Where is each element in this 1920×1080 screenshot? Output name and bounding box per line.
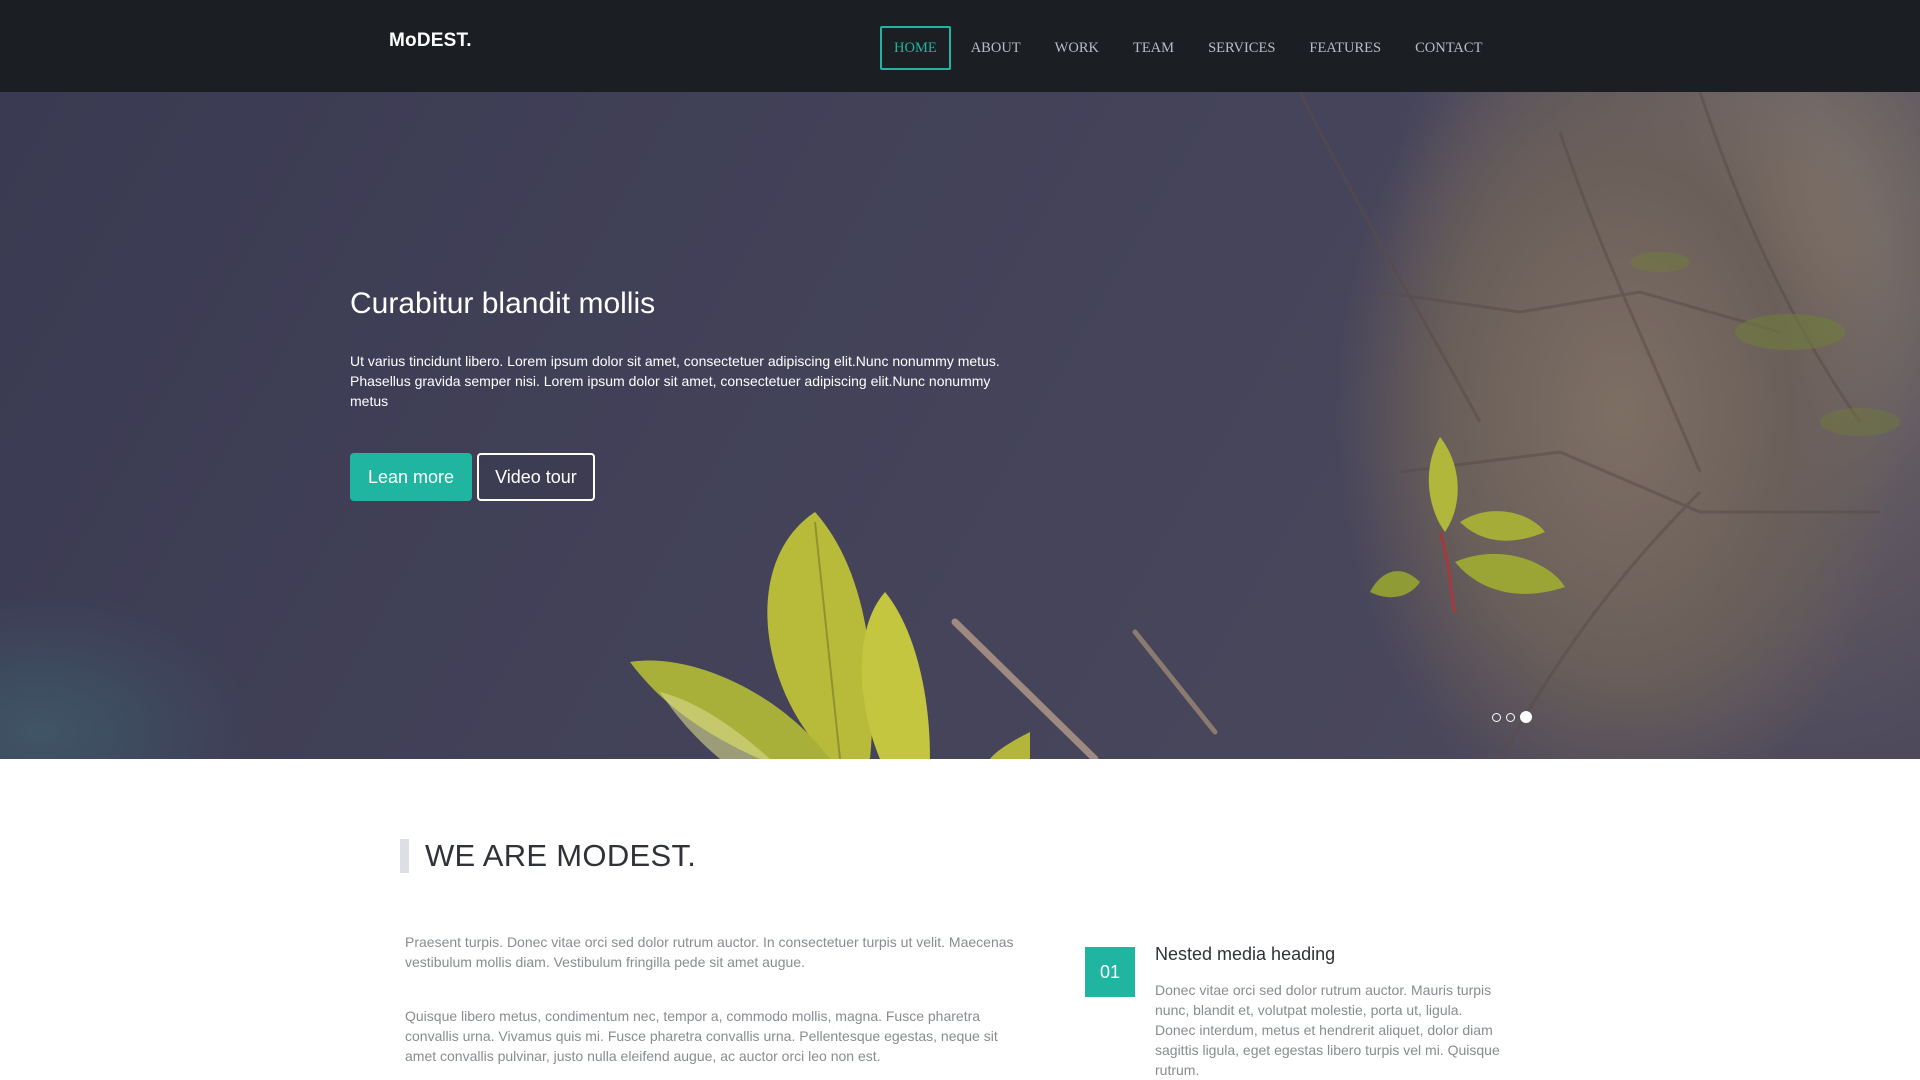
top-navbar: MoDEST. HOME ABOUT WORK TEAM SERVICES FE… xyxy=(0,0,1920,92)
video-tour-button[interactable]: Video tour xyxy=(477,453,595,501)
hero-slider: Curabitur blandit mollis Ut varius tinci… xyxy=(0,92,1920,759)
nav-item-work[interactable]: WORK xyxy=(1041,26,1113,70)
about-paragraph: Praesent turpis. Donec vitae orci sed do… xyxy=(405,934,1014,970)
about-paragraph: Quisque libero metus, condimentum nec, t… xyxy=(405,1008,998,1064)
media-body: Donec vitae orci sed dolor rutrum auctor… xyxy=(1155,982,1500,1078)
nav-item-services[interactable]: SERVICES xyxy=(1194,26,1289,70)
slide-dot-icon[interactable] xyxy=(1506,712,1515,722)
nav-item-team[interactable]: TEAM xyxy=(1119,26,1188,70)
nav-item-home[interactable]: HOME xyxy=(880,26,951,70)
learn-more-button[interactable]: Lean more xyxy=(350,453,473,501)
hero-title: Curabitur blandit mollis xyxy=(350,287,656,320)
main-nav: HOME ABOUT WORK TEAM SERVICES FEATURES C… xyxy=(880,26,1502,70)
hero-buttons: Lean more Video tour xyxy=(350,453,1050,501)
section-title: WE ARE MODEST. xyxy=(425,838,697,873)
hero-content: Curabitur blandit mollis Ut varius tinci… xyxy=(350,287,1050,501)
nav-item-contact[interactable]: CONTACT xyxy=(1401,26,1496,70)
slide-dot-icon[interactable] xyxy=(1492,712,1501,722)
slider-pagination xyxy=(1492,711,1537,723)
media-number-badge: 01 xyxy=(1085,947,1135,997)
nav-item-about[interactable]: ABOUT xyxy=(957,26,1035,70)
media-heading: Nested media heading xyxy=(1155,944,1336,964)
hero-description: Ut varius tincidunt libero. Lorem ipsum … xyxy=(350,353,1000,409)
slide-dot-icon[interactable] xyxy=(1520,711,1532,723)
nav-item-features[interactable]: FEATURES xyxy=(1295,26,1395,70)
about-heading: WE ARE MODEST. xyxy=(400,838,696,874)
heading-accent-bar xyxy=(400,839,409,873)
brand-logo[interactable]: MoDEST. xyxy=(389,30,472,52)
